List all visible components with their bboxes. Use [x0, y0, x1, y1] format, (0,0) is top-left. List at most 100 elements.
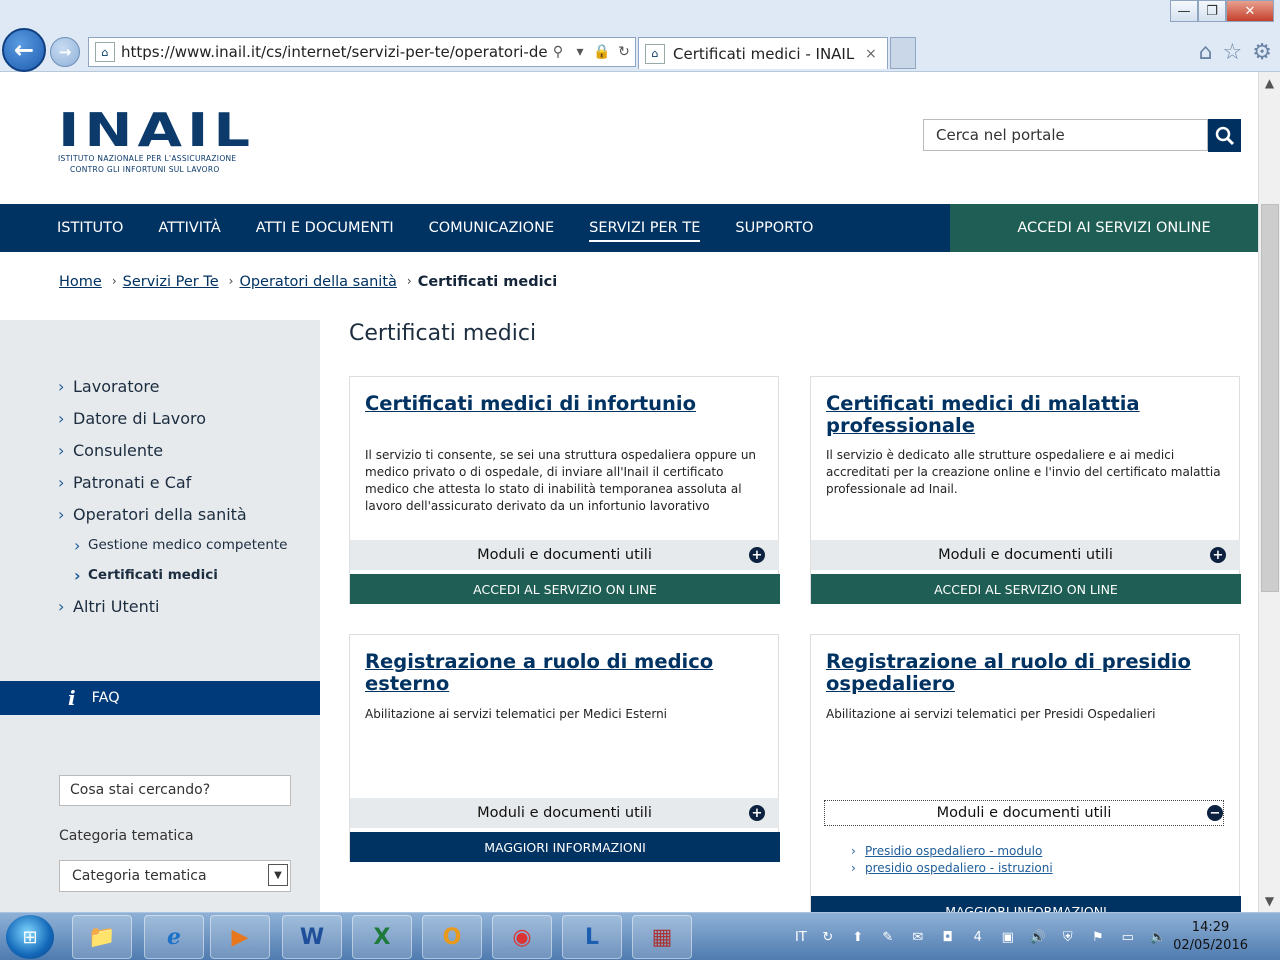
battery-icon[interactable]: ▭ — [1119, 928, 1137, 946]
sidebar-item-lavoratore[interactable]: Lavoratore — [0, 370, 320, 402]
portal-search-button[interactable] — [1208, 119, 1241, 152]
minus-icon[interactable]: − — [1207, 805, 1223, 821]
modules-toggle[interactable]: Moduli e documenti utili + — [811, 540, 1240, 570]
close-window-button[interactable]: ✕ — [1226, 0, 1274, 22]
address-bar[interactable]: ⌂ https://www.inail.it/cs/internet/servi… — [88, 37, 636, 67]
tab-title[interactable]: Certificati medici - INAIL — [673, 45, 865, 63]
plus-icon[interactable]: + — [1210, 547, 1226, 563]
tab-favicon-icon: ⌂ — [645, 43, 665, 64]
new-tab-button[interactable] — [890, 37, 916, 69]
start-button[interactable]: ⊞ — [6, 915, 54, 959]
sidebar-item-consulente[interactable]: Consulente — [0, 434, 320, 466]
card-title[interactable]: Registrazione al ruolo di presidio osped… — [826, 651, 1224, 695]
maggiori-informazioni-button[interactable]: MAGGIORI INFORMAZIONI — [350, 832, 780, 862]
modules-toggle[interactable]: Moduli e documenti utili + — [350, 540, 779, 570]
update-icon[interactable]: ⬆ — [849, 928, 867, 946]
sidebar-item-operatori-sanita[interactable]: Operatori della sanità — [0, 498, 320, 530]
sidebar-search-input[interactable]: Cosa stai cercando? — [59, 775, 291, 806]
address-url[interactable]: https://www.inail.it/cs/internet/servizi… — [121, 43, 547, 61]
info-icon: i — [68, 686, 76, 710]
settings-gear-icon[interactable]: ⚙ — [1252, 40, 1272, 65]
lock-icon[interactable]: 🔒 — [591, 44, 613, 60]
portal-search-input[interactable]: Cerca nel portale — [923, 119, 1208, 151]
faq-link[interactable]: i FAQ — [0, 681, 320, 715]
breadcrumb-servizi-per-te[interactable]: Servizi Per Te — [123, 274, 219, 290]
category-select[interactable]: Categoria tematica ▼ — [59, 860, 291, 892]
system-clock[interactable]: 14:29 02/05/2016 — [1173, 919, 1248, 955]
sidebar-subitem-certificati-medici[interactable]: Certificati medici — [0, 560, 320, 590]
browser-toolbar-icons: ⌂ ☆ ⚙ — [1199, 40, 1272, 65]
sync-icon[interactable]: ↻ — [819, 928, 837, 946]
sidebar-subitem-gestione-medico[interactable]: Gestione medico competente — [0, 530, 320, 560]
minimize-button[interactable]: — — [1170, 0, 1198, 22]
logo-wordmark: INAIL — [58, 103, 256, 157]
volume-icon[interactable]: 🔊 — [1029, 928, 1047, 946]
maximize-button[interactable]: ❐ — [1198, 0, 1226, 22]
link-presidio-istruzioni[interactable]: presidio ospedaliero - istruzioni — [851, 860, 1053, 877]
modules-label: Moduli e documenti utili — [477, 805, 652, 821]
chevron-down-icon[interactable]: ▼ — [268, 864, 288, 886]
scroll-up-icon[interactable]: ▲ — [1259, 72, 1280, 94]
accedi-servizio-button[interactable]: ACCEDI AL SERVIZIO ON LINE — [811, 574, 1241, 604]
speaker-icon[interactable]: 🔈 — [1149, 928, 1167, 946]
vertical-scrollbar[interactable]: ▲ ▼ — [1258, 72, 1280, 912]
favorites-star-icon[interactable]: ☆ — [1223, 40, 1243, 65]
tab-close-icon[interactable]: × — [865, 46, 887, 62]
scroll-down-icon[interactable]: ▼ — [1259, 890, 1280, 912]
media-player-app-icon[interactable]: ▶ — [210, 915, 270, 959]
pen-icon[interactable]: ✎ — [879, 928, 897, 946]
accedi-servizio-button[interactable]: ACCEDI AL SERVIZIO ON LINE — [350, 574, 780, 604]
accedi-servizi-online-button[interactable]: ACCEDI AI SERVIZI ONLINE — [950, 204, 1258, 252]
nav-attivita[interactable]: ATTIVITÀ — [158, 204, 220, 252]
maggiori-informazioni-button[interactable]: MAGGIORI INFORMAZIONI — [811, 896, 1241, 912]
monitor-icon[interactable]: ▣ — [999, 928, 1017, 946]
service-card-infortunio: Certificati medici di infortunio Il serv… — [349, 376, 780, 604]
number-four-icon[interactable]: 4 — [969, 928, 987, 946]
plus-icon[interactable]: + — [749, 547, 765, 563]
office-icon[interactable]: ◘ — [939, 928, 957, 946]
link-presidio-modulo[interactable]: Presidio ospedaliero - modulo — [851, 843, 1053, 860]
plus-icon[interactable]: + — [749, 805, 765, 821]
flag-icon[interactable]: ⚑ — [1089, 928, 1107, 946]
lync-app-icon[interactable]: L — [562, 915, 622, 959]
card-title[interactable]: Certificati medici di malattia professio… — [826, 393, 1224, 437]
explorer-app-icon[interactable]: 📁 — [72, 915, 132, 959]
sidebar-item-altri-utenti[interactable]: Altri Utenti — [0, 590, 320, 622]
system-tray: IT ↻ ⬆ ✎ ✉ ◘ 4 ▣ 🔊 ⛨ ⚑ ▭ 🔈 — [795, 913, 1167, 960]
language-indicator[interactable]: IT — [795, 930, 807, 945]
excel-app-icon[interactable]: X — [352, 915, 412, 959]
modules-toggle-open[interactable]: Moduli e documenti utili − — [824, 800, 1224, 826]
nav-servizi-per-te[interactable]: SERVIZI PER TE — [589, 204, 701, 252]
clock-time: 14:29 — [1191, 920, 1230, 935]
nav-supporto[interactable]: SUPPORTO — [735, 204, 813, 252]
sidebar-item-patronati-e-caf[interactable]: Patronati e Caf — [0, 466, 320, 498]
modules-toggle[interactable]: Moduli e documenti utili + — [350, 798, 779, 828]
outlook-app-icon[interactable]: O — [422, 915, 482, 959]
card-title[interactable]: Registrazione a ruolo di medico esterno — [365, 651, 763, 695]
scroll-thumb[interactable] — [1261, 204, 1279, 592]
window-controls: — ❐ ✕ — [1170, 0, 1274, 22]
back-button[interactable]: ← — [2, 28, 46, 72]
forward-button[interactable]: → — [50, 37, 80, 67]
breadcrumb-operatori-sanita[interactable]: Operatori della sanità — [239, 274, 396, 290]
card-title[interactable]: Certificati medici di infortunio — [365, 393, 763, 415]
word-app-icon[interactable]: W — [282, 915, 342, 959]
sidebar-item-datore-di-lavoro[interactable]: Datore di Lavoro — [0, 402, 320, 434]
browser-tab[interactable]: ⌂ Certificati medici - INAIL × — [638, 37, 888, 69]
address-dropdown-icon[interactable]: ▾ — [569, 44, 591, 60]
refresh-icon[interactable]: ↻ — [613, 44, 635, 60]
shield-icon[interactable]: ⛨ — [1059, 928, 1077, 946]
breadcrumb-home[interactable]: Home — [59, 274, 102, 290]
home-icon[interactable]: ⌂ — [1199, 40, 1213, 65]
magnifier-icon — [1215, 126, 1234, 145]
mail-icon[interactable]: ✉ — [909, 928, 927, 946]
internet-explorer-app-icon[interactable]: e — [144, 915, 204, 959]
chrome-app-icon[interactable]: ◉ — [492, 915, 552, 959]
app-window-icon[interactable]: ▦ — [632, 915, 692, 959]
breadcrumb-separator-icon: › — [406, 274, 412, 288]
nav-comunicazione[interactable]: COMUNICAZIONE — [429, 204, 554, 252]
inail-logo[interactable]: INAIL ISTITUTO NAZIONALE PER L'ASSICURAZ… — [58, 107, 250, 174]
nav-istituto[interactable]: ISTITUTO — [57, 204, 123, 252]
nav-atti-e-documenti[interactable]: ATTI E DOCUMENTI — [256, 204, 394, 252]
search-icon[interactable]: ⚲ — [547, 44, 569, 60]
